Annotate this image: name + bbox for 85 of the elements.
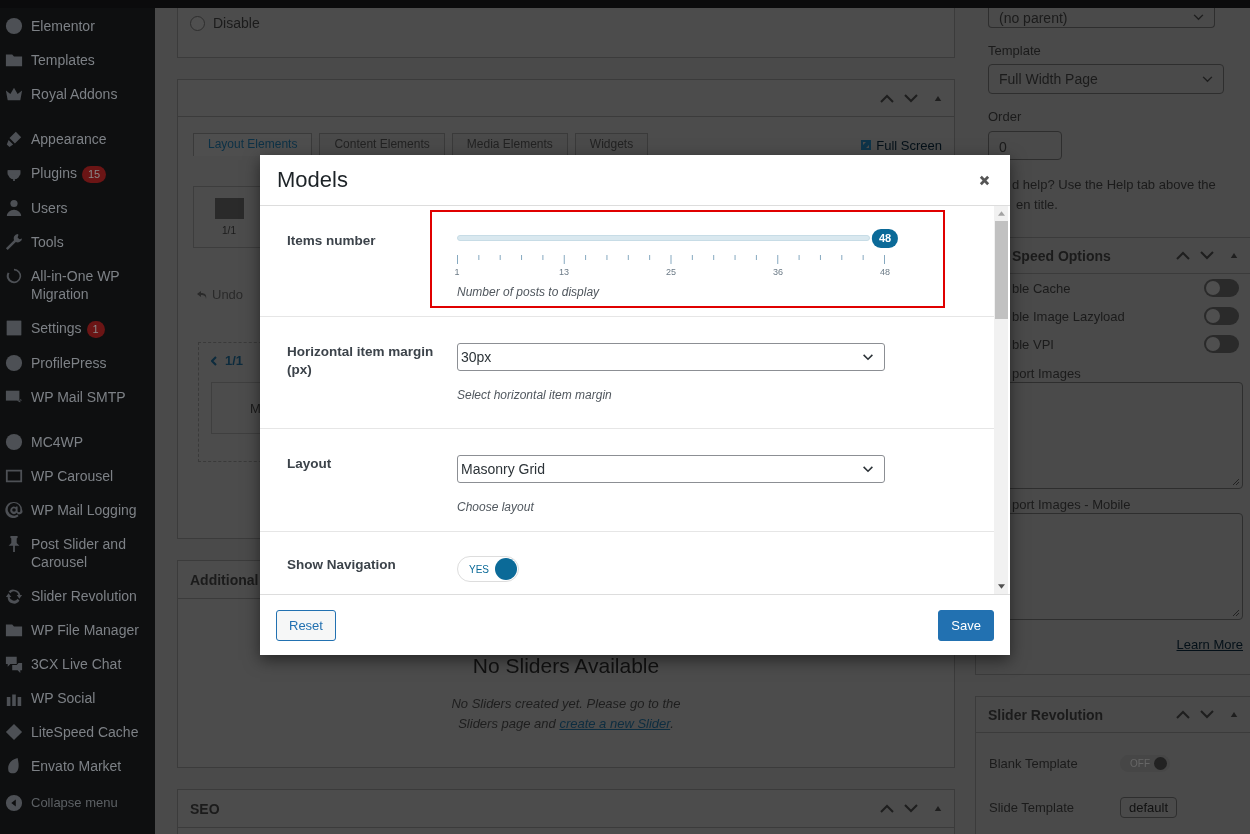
chevron-down-icon	[1193, 14, 1204, 21]
chevron-down-icon	[862, 465, 874, 473]
menu-item[interactable]: WP Social	[0, 681, 155, 715]
menu-item[interactable]: LiteSpeed Cache	[0, 715, 155, 749]
refresh-icon	[5, 587, 23, 605]
tick-label: 36	[773, 267, 783, 277]
chevron-down-icon[interactable]	[904, 93, 918, 103]
chevron-left-icon	[211, 355, 217, 366]
menu-item[interactable]: Slider Revolution	[0, 579, 155, 613]
tick-label: 1	[454, 267, 460, 277]
count-badge: 1	[86, 321, 105, 338]
menu-item[interactable]: MC4WP	[0, 425, 155, 459]
brush-icon	[5, 130, 23, 148]
dropdown-select[interactable]: Masonry Grid	[457, 455, 885, 483]
expand-icon	[861, 140, 872, 150]
scroll-up-icon[interactable]	[997, 211, 1005, 216]
tick-label: 25	[666, 267, 676, 277]
chevron-down-icon	[1202, 75, 1213, 83]
scrollbar-thumb[interactable]	[994, 221, 1008, 319]
menu-item[interactable]: Royal Addons	[0, 77, 155, 111]
toggle-switch[interactable]	[1204, 279, 1239, 297]
user-icon	[5, 199, 23, 217]
chevron-down-icon[interactable]	[904, 804, 918, 813]
radio-button[interactable]	[190, 15, 205, 31]
collapse-menu-button[interactable]: Collapse menu	[0, 786, 155, 820]
menu-item[interactable]: ProfilePress	[0, 346, 155, 380]
triangle-up-icon[interactable]	[1230, 711, 1238, 718]
menu-item[interactable]: 3CX Live Chat	[0, 647, 155, 681]
collapse-icon	[5, 794, 23, 812]
scrollbar[interactable]	[994, 206, 1008, 594]
chevron-down-icon[interactable]	[1200, 251, 1214, 260]
scroll-down-icon[interactable]	[997, 584, 1005, 589]
chevron-up-icon[interactable]	[1176, 251, 1190, 260]
triangle-up-icon[interactable]	[1230, 252, 1238, 259]
tick-label: 13	[559, 267, 569, 277]
menu-item[interactable]: WP Carousel	[0, 459, 155, 493]
triangle-up-icon[interactable]	[934, 94, 942, 102]
setting-label: Show Navigation	[287, 556, 397, 574]
close-icon	[979, 174, 990, 186]
chevron-up-icon[interactable]	[880, 804, 894, 813]
menu-item[interactable]: Templates	[0, 43, 155, 77]
help-text: Select horizontal item margin	[457, 388, 613, 402]
chat-icon	[5, 655, 23, 673]
diamond-icon	[5, 723, 23, 741]
chevron-up-icon[interactable]	[1176, 710, 1190, 719]
slider-handle[interactable]: 48	[871, 229, 899, 248]
wrench-icon	[5, 233, 23, 251]
menu-item[interactable]: Post Slider and Carousel	[0, 527, 155, 579]
menu-item[interactable]: Appearance	[0, 122, 155, 156]
ring-icon	[5, 267, 23, 285]
chevron-down-icon[interactable]	[1200, 710, 1214, 719]
tick-label: 48	[880, 267, 890, 277]
chevron-down-icon	[862, 353, 874, 361]
menu-item[interactable]: Users	[0, 191, 155, 225]
resize-grip-icon	[1232, 609, 1240, 617]
help-text: Number of posts to display	[457, 285, 601, 299]
undo-icon	[197, 289, 207, 300]
menu-item[interactable]: Plugins 15	[0, 156, 155, 191]
toggle-switch[interactable]	[1204, 307, 1239, 325]
circle-icon	[5, 17, 23, 35]
menu-item[interactable]: WP File Manager	[0, 613, 155, 647]
setting-label: Horizontal item margin (px)	[287, 343, 435, 379]
menu-item[interactable]: Settings 1	[0, 311, 155, 346]
count-badge: 15	[81, 166, 107, 183]
menu-item[interactable]: Envato Market	[0, 749, 155, 783]
toggle-switch[interactable]	[1204, 335, 1239, 353]
circle-icon	[5, 433, 23, 451]
slider-track[interactable]	[457, 235, 870, 241]
reset-button[interactable]: Reset	[276, 609, 336, 641]
empty-title: No Sliders Available	[472, 654, 660, 678]
setting-label: Layout	[287, 455, 333, 473]
save-button[interactable]: Save	[938, 609, 994, 641]
code-icon	[5, 467, 23, 485]
dialog-title: Models	[277, 167, 348, 193]
menu-item[interactable]: All-in-One WP Migration	[0, 259, 155, 311]
triangle-up-icon[interactable]	[934, 805, 942, 812]
menu-item[interactable]: Elementor	[0, 9, 155, 43]
resize-grip-icon	[1232, 478, 1240, 486]
help-text: Choose layout	[457, 500, 535, 514]
dropdown-select[interactable]: 30px	[457, 343, 885, 371]
menu-item[interactable]: WP Mail Logging	[0, 493, 155, 527]
at-sign-icon	[5, 501, 23, 519]
menu-item[interactable]: WP Mail SMTP	[0, 380, 155, 414]
chevron-up-icon[interactable]	[880, 93, 894, 103]
menu-item[interactable]: Tools	[0, 225, 155, 259]
